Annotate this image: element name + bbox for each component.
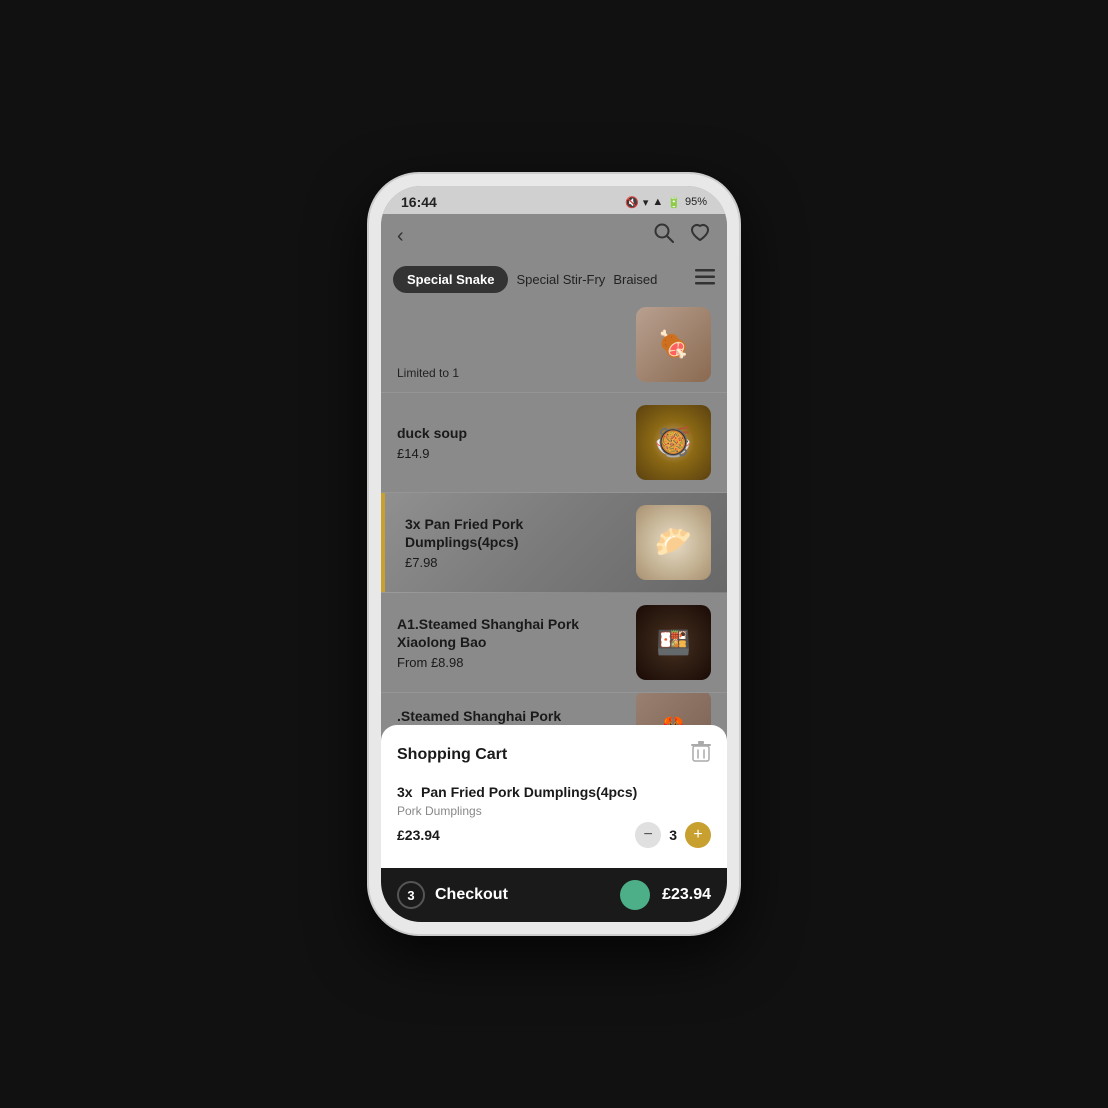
battery-icon: 🔋: [667, 196, 681, 209]
status-icons: 🔇 ▾ ▲ 🔋 95%: [625, 196, 707, 209]
back-button[interactable]: ‹: [397, 225, 404, 248]
item-name: 3x Pan Fried Pork Dumplings(4pcs): [405, 515, 624, 551]
status-time: 16:44: [401, 194, 437, 210]
menu-item-info: .Steamed Shanghai Pork Xiaolong Bao with…: [397, 707, 636, 725]
quantity-increase-button[interactable]: +: [685, 822, 711, 848]
heart-icon[interactable]: [689, 222, 711, 250]
item-price: From £8.98: [397, 655, 624, 670]
phone-frame: 16:44 🔇 ▾ ▲ 🔋 95% ‹: [369, 174, 739, 934]
signal-icon: ▲: [652, 196, 663, 208]
checkout-total-price: £23.94: [662, 886, 711, 904]
tab-braised[interactable]: Braised: [613, 272, 657, 287]
battery-level: 95%: [685, 196, 707, 208]
food-image-xiaolong: 🍱: [636, 605, 711, 680]
cart-item-row: £23.94 − 3 +: [397, 822, 711, 848]
cart-panel: Shopping Cart 3x Pan Fried Pork Dumpling…: [381, 725, 727, 868]
item-limit: Limited to 1: [397, 366, 459, 380]
cart-item-quantity-prefix: 3x: [397, 784, 413, 800]
cart-title: Shopping Cart: [397, 746, 507, 764]
list-item[interactable]: A1.Steamed Shanghai Pork Xiaolong Bao Fr…: [381, 593, 727, 693]
checkout-indicator-dot: [620, 880, 650, 910]
tab-special-stir-fry[interactable]: Special Stir-Fry: [516, 272, 605, 287]
mute-icon: 🔇: [625, 196, 639, 209]
food-image-dumplings: 🥟: [636, 505, 711, 580]
phone-screen: 16:44 🔇 ▾ ▲ 🔋 95% ‹: [381, 186, 727, 922]
menu-list: Limited to 1 🍖 duck soup £14.9 🥘: [381, 301, 727, 725]
tab-special-snake[interactable]: Special Snake: [393, 266, 508, 293]
cart-item-description: Pork Dumplings: [397, 804, 711, 818]
checkout-bar[interactable]: 3 Checkout £23.94: [381, 868, 727, 922]
header-nav: ‹: [381, 214, 727, 258]
cart-item: 3x Pan Fried Pork Dumplings(4pcs) Pork D…: [397, 780, 711, 852]
menu-item-info: Limited to 1: [397, 366, 459, 382]
menu-icon[interactable]: [695, 269, 715, 290]
food-image-crab: 🦀: [636, 693, 711, 725]
list-item[interactable]: duck soup £14.9 🥘: [381, 393, 727, 493]
quantity-decrease-button[interactable]: −: [635, 822, 661, 848]
menu-item-info: 3x Pan Fried Pork Dumplings(4pcs) £7.98: [397, 515, 636, 570]
item-price: £14.9: [397, 446, 624, 461]
menu-item-info: A1.Steamed Shanghai Pork Xiaolong Bao Fr…: [397, 615, 636, 670]
cart-item-name-row: 3x Pan Fried Pork Dumplings(4pcs): [397, 784, 711, 802]
quantity-value: 3: [669, 827, 677, 843]
cart-header: Shopping Cart: [397, 741, 711, 768]
quantity-controls: − 3 +: [635, 822, 711, 848]
checkout-count: 3: [397, 881, 425, 909]
item-name: duck soup: [397, 424, 624, 442]
cart-item-name: Pan Fried Pork Dumplings(4pcs): [421, 784, 637, 800]
list-item[interactable]: Limited to 1 🍖: [381, 301, 727, 393]
food-image-duck-soup: 🥘: [636, 405, 711, 480]
cart-item-price: £23.94: [397, 827, 440, 843]
wifi-icon: ▾: [643, 196, 649, 209]
status-bar: 16:44 🔇 ▾ ▲ 🔋 95%: [381, 186, 727, 214]
search-icon[interactable]: [653, 222, 675, 250]
item-price: £7.98: [405, 555, 624, 570]
food-image-partial: 🍖: [636, 307, 711, 382]
list-item[interactable]: .Steamed Shanghai Pork Xiaolong Bao with…: [381, 693, 727, 725]
checkout-label: Checkout: [435, 886, 620, 904]
category-tabs: Special Snake Special Stir-Fry Braised: [381, 258, 727, 301]
item-name: A1.Steamed Shanghai Pork Xiaolong Bao: [397, 615, 624, 651]
menu-item-info: duck soup £14.9: [397, 424, 636, 461]
list-item[interactable]: 3x Pan Fried Pork Dumplings(4pcs) £7.98 …: [381, 493, 727, 593]
delete-cart-button[interactable]: [691, 741, 711, 768]
active-indicator: [381, 493, 385, 592]
header-action-icons: [653, 222, 711, 250]
item-name: .Steamed Shanghai Pork Xiaolong Bao with…: [397, 707, 624, 725]
